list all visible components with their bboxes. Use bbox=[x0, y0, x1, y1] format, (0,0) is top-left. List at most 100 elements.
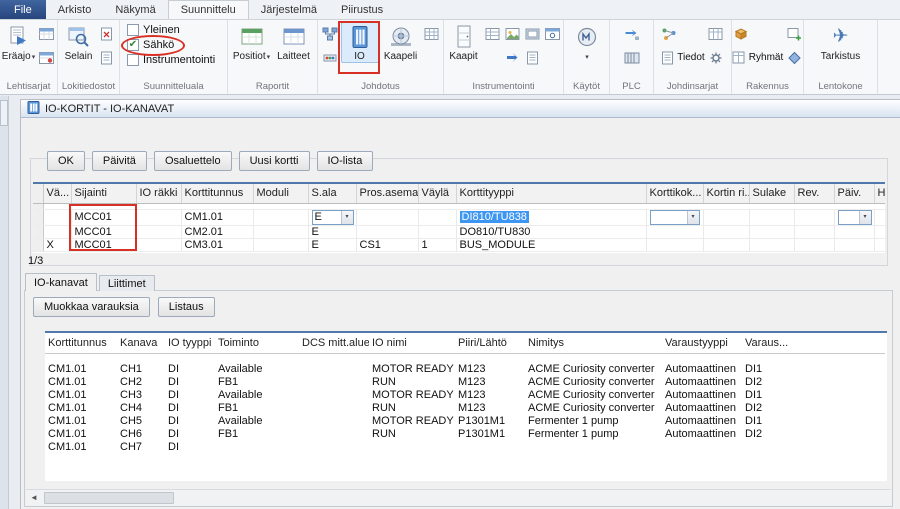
log-file-icon[interactable] bbox=[98, 50, 116, 65]
col-header[interactable]: Kortin ri... bbox=[703, 184, 749, 203]
col-header[interactable]: Hu... bbox=[874, 184, 885, 203]
instrument-sheet-icon[interactable] bbox=[544, 26, 562, 41]
positiot-button[interactable]: Positiot▾ bbox=[232, 22, 272, 64]
checkbox-box[interactable]: ✔ bbox=[127, 39, 139, 51]
muokkaa-varauksia-button[interactable]: Muokkaa varauksia bbox=[33, 297, 150, 317]
col-header[interactable]: Piiri/Lähtö bbox=[455, 333, 525, 354]
dropdown-arrow-icon[interactable]: ▾ bbox=[859, 211, 871, 224]
sala-combo[interactable]: E▾ bbox=[312, 210, 354, 225]
col-header[interactable]: IO tyyppi bbox=[165, 333, 215, 354]
document-icon[interactable] bbox=[524, 50, 542, 65]
col-header[interactable]: Vä... bbox=[43, 184, 71, 203]
add-grid-icon[interactable] bbox=[785, 26, 803, 41]
uusi-kortti-button[interactable]: Uusi kortti bbox=[239, 151, 310, 171]
listaus-button[interactable]: Listaus bbox=[158, 297, 215, 317]
col-header[interactable]: IO nimi bbox=[369, 333, 455, 354]
kaytot-button[interactable]: ▾ bbox=[569, 22, 605, 64]
plc-rack-icon[interactable] bbox=[623, 50, 641, 65]
window-title-bar[interactable]: IO-KORTIT - IO-KANAVAT bbox=[21, 100, 900, 118]
tab-piirustus[interactable]: Piirustus bbox=[329, 0, 395, 19]
gear-icon[interactable] bbox=[707, 50, 725, 65]
col-header[interactable]: Kanava bbox=[117, 333, 165, 354]
paivita-button[interactable]: Päivitä bbox=[92, 151, 147, 171]
docked-panel-tab[interactable] bbox=[0, 100, 8, 126]
tab-jarjestelma[interactable]: Järjestelmä bbox=[249, 0, 329, 19]
scrollbar-thumb[interactable] bbox=[44, 492, 174, 504]
sheet-report-marked-icon[interactable] bbox=[38, 50, 56, 65]
col-header[interactable]: Korttikok... bbox=[646, 184, 703, 203]
checkbox-yleinen[interactable]: Yleinen bbox=[121, 22, 226, 37]
col-header[interactable]: IO räkki bbox=[136, 184, 181, 203]
row-selector[interactable] bbox=[33, 238, 43, 251]
io-button[interactable]: IO bbox=[341, 22, 379, 63]
kaapit-button[interactable]: Kaapit bbox=[446, 22, 482, 63]
col-header[interactable]: Sulake bbox=[749, 184, 794, 203]
table-icon[interactable] bbox=[707, 26, 725, 41]
diamond-icon[interactable] bbox=[785, 50, 803, 65]
horizontal-scrollbar[interactable]: ◄ bbox=[26, 489, 891, 505]
scroll-left-icon[interactable]: ◄ bbox=[26, 490, 42, 505]
card-row-2[interactable]: MCC01 CM2.01 E DO810/TU830 bbox=[33, 225, 885, 238]
tiedot-button[interactable]: Tiedot bbox=[660, 50, 704, 65]
col-header[interactable]: Pros.asema bbox=[356, 184, 418, 203]
col-header[interactable]: Varaustyyppi bbox=[662, 333, 742, 354]
io-lista-button[interactable]: IO-lista bbox=[317, 151, 374, 171]
tab-file[interactable]: File bbox=[0, 0, 46, 19]
log-delete-icon[interactable] bbox=[98, 26, 116, 41]
tarkistus-button[interactable]: ✈ Tarkistus bbox=[817, 22, 865, 63]
tab-arkisto[interactable]: Arkisto bbox=[46, 0, 104, 19]
channel-row[interactable]: CM1.01CH1DIAvailableMOTOR READYM123ACME … bbox=[45, 363, 885, 376]
col-header[interactable]: Korttityyppi bbox=[456, 184, 646, 203]
group-cube-icon[interactable] bbox=[732, 26, 750, 41]
export-icon[interactable] bbox=[504, 50, 522, 65]
dropdown-arrow-icon[interactable]: ▾ bbox=[687, 211, 699, 224]
kaapeli-button[interactable]: Kaapeli bbox=[381, 22, 421, 63]
row-selector[interactable] bbox=[33, 209, 43, 225]
checkbox-box[interactable] bbox=[127, 24, 139, 36]
korttikoko-combo[interactable]: ▾ bbox=[650, 210, 700, 225]
col-header[interactable]: Rev. bbox=[794, 184, 834, 203]
laitteet-button[interactable]: Laitteet bbox=[274, 22, 314, 63]
ryhmat-button[interactable]: Ryhmät bbox=[732, 50, 783, 65]
checkbox-sahko[interactable]: ✔ Sähkö bbox=[121, 37, 226, 52]
tab-liittimet[interactable]: Liittimet bbox=[99, 275, 155, 291]
grid-list-icon[interactable] bbox=[484, 26, 502, 41]
col-header[interactable]: Korttitunnus bbox=[181, 184, 253, 203]
tab-suunnittelu[interactable]: Suunnittelu bbox=[168, 0, 249, 19]
docked-panel-strip[interactable] bbox=[0, 96, 9, 509]
card-row-1[interactable]: MCC01 CM1.01 E▾ DI810/TU838 ▾ ▾ bbox=[33, 209, 885, 225]
osaluettelo-button[interactable]: Osaluettelo bbox=[154, 151, 232, 171]
col-header[interactable]: S.ala bbox=[308, 184, 356, 203]
channel-row[interactable]: CM1.01CH7DI bbox=[45, 441, 885, 454]
dropdown-arrow-icon[interactable]: ▾ bbox=[341, 211, 353, 224]
wiring-diagram-icon[interactable] bbox=[321, 26, 339, 41]
col-header[interactable]: Toiminto bbox=[215, 333, 299, 354]
checkbox-box[interactable] bbox=[127, 54, 139, 66]
col-header[interactable]: Nimitys bbox=[525, 333, 662, 354]
checkbox-instrumentointi[interactable]: Instrumentointi bbox=[121, 52, 226, 67]
channel-row[interactable]: CM1.01CH6DIFB1RUNP1301M1Fermenter 1 pump… bbox=[45, 428, 885, 441]
ok-button[interactable]: OK bbox=[47, 151, 85, 171]
col-header[interactable]: Korttitunnus bbox=[45, 333, 117, 354]
channel-row[interactable]: CM1.01CH4DIFB1RUNM123ACME Curiosity conv… bbox=[45, 402, 885, 415]
col-header[interactable]: Moduli bbox=[253, 184, 308, 203]
channel-row[interactable]: CM1.01CH5DIAvailableMOTOR READYP1301M1Fe… bbox=[45, 415, 885, 428]
tab-io-kanavat[interactable]: IO-kanavat bbox=[25, 273, 97, 291]
terminals-icon[interactable] bbox=[321, 50, 339, 65]
col-header[interactable]: Päiv. bbox=[834, 184, 874, 203]
eraajo-button[interactable]: Eräajo▾ bbox=[2, 22, 36, 64]
cable-list-icon[interactable] bbox=[423, 26, 441, 41]
selain-button[interactable]: Selain bbox=[62, 22, 96, 63]
channel-row[interactable]: CM1.01CH2DIFB1RUNM123ACME Curiosity conv… bbox=[45, 376, 885, 389]
harness-icon[interactable] bbox=[660, 26, 678, 41]
sheet-report-icon[interactable] bbox=[38, 26, 56, 41]
card-row-3[interactable]: X MCC01 CM3.01 E CS1 1 BUS_MODULE bbox=[33, 238, 885, 251]
col-header[interactable]: Sijainti bbox=[71, 184, 136, 203]
image-icon[interactable] bbox=[504, 26, 522, 41]
plc-import-icon[interactable] bbox=[623, 26, 641, 41]
row-selector[interactable] bbox=[33, 225, 43, 238]
col-header[interactable]: Varaus... bbox=[742, 333, 885, 354]
col-header[interactable]: DCS mitt.alue bbox=[299, 333, 369, 354]
channel-row[interactable]: CM1.01CH3DIAvailableMOTOR READYM123ACME … bbox=[45, 389, 885, 402]
paiv-combo[interactable]: ▾ bbox=[838, 210, 872, 225]
